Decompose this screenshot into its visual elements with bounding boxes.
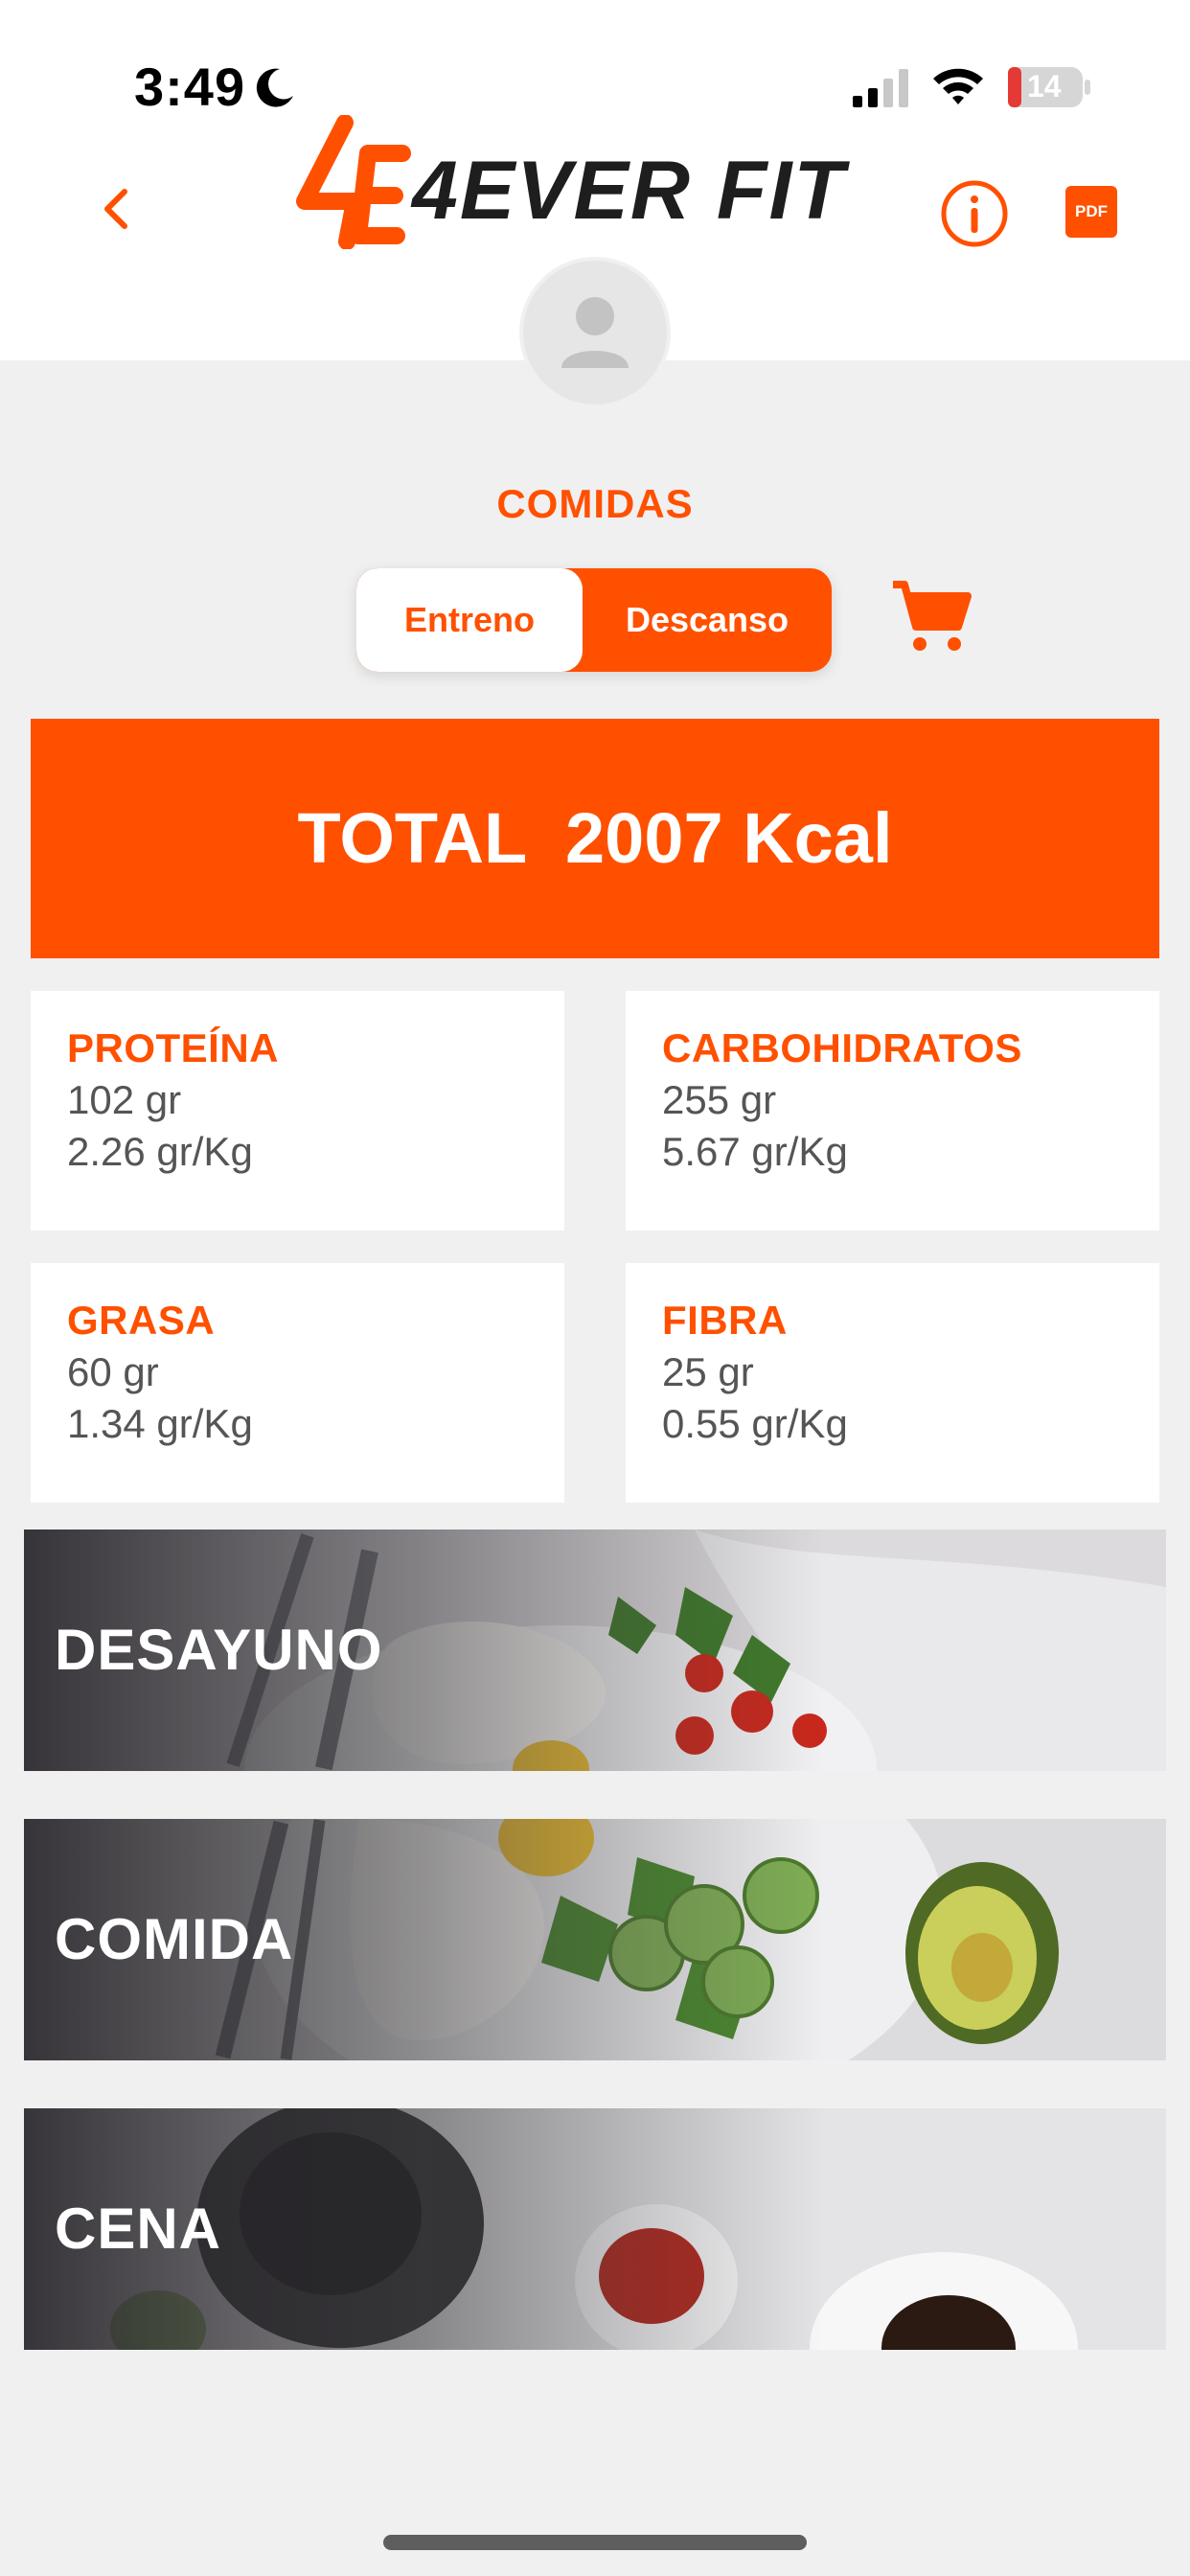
cart-icon[interactable] bbox=[887, 573, 973, 659]
macro-grams: 25 gr bbox=[662, 1349, 754, 1394]
macro-card-fiber: FIBRA 25 gr 0.55 gr/Kg bbox=[626, 1263, 1159, 1503]
battery-level-text: 14 bbox=[1027, 69, 1062, 104]
home-indicator bbox=[383, 2535, 807, 2550]
status-time: 3:49 bbox=[134, 57, 246, 117]
macro-per-kg: 2.26 gr/Kg bbox=[67, 1129, 253, 1174]
macro-grams: 102 gr bbox=[67, 1077, 182, 1122]
meal-label: CENA bbox=[55, 2196, 222, 2261]
avatar-icon[interactable] bbox=[519, 257, 671, 408]
signal-icon bbox=[853, 69, 908, 107]
section-title: COMIDAS bbox=[496, 481, 694, 526]
macro-grams: 60 gr bbox=[67, 1349, 159, 1394]
meal-banner-comida[interactable]: COMIDA bbox=[24, 1819, 1166, 2060]
macro-card-fat: GRASA 60 gr 1.34 gr/Kg bbox=[31, 1263, 564, 1503]
meal-banner-desayuno[interactable]: DESAYUNO bbox=[24, 1530, 1166, 1771]
battery-icon: 14 bbox=[1006, 65, 1092, 109]
macro-title: PROTEÍNA bbox=[67, 1025, 280, 1070]
logo-text: 4EVER FIT bbox=[412, 145, 846, 237]
macro-card-protein: PROTEÍNA 102 gr 2.26 gr/Kg bbox=[31, 991, 564, 1230]
chevron-left-icon[interactable] bbox=[88, 178, 146, 240]
meal-banner-cena[interactable]: CENA bbox=[24, 2108, 1166, 2350]
moon-icon bbox=[256, 68, 293, 107]
meal-label: DESAYUNO bbox=[55, 1618, 383, 1682]
macro-per-kg: 1.34 gr/Kg bbox=[67, 1401, 253, 1446]
macro-per-kg: 0.55 gr/Kg bbox=[662, 1401, 848, 1446]
macro-grams: 255 gr bbox=[662, 1077, 777, 1122]
tab-descanso[interactable]: Descanso bbox=[583, 568, 832, 672]
day-type-toggle: Entreno Descanso bbox=[356, 568, 832, 672]
total-calories-banner: TOTAL 2007 Kcal bbox=[31, 719, 1159, 958]
meal-label: COMIDA bbox=[55, 1907, 294, 1971]
macro-title: GRASA bbox=[67, 1298, 216, 1343]
macro-title: CARBOHIDRATOS bbox=[662, 1025, 1022, 1070]
tab-entreno[interactable]: Entreno bbox=[356, 568, 583, 672]
macro-card-carbs: CARBOHIDRATOS 255 gr 5.67 gr/Kg bbox=[626, 991, 1159, 1230]
wifi-icon bbox=[933, 68, 983, 104]
pdf-icon[interactable]: PDF bbox=[1065, 186, 1117, 238]
macro-title: FIBRA bbox=[662, 1298, 788, 1343]
macro-per-kg: 5.67 gr/Kg bbox=[662, 1129, 848, 1174]
logo-mark-icon bbox=[296, 115, 411, 249]
info-icon[interactable] bbox=[939, 178, 1010, 249]
